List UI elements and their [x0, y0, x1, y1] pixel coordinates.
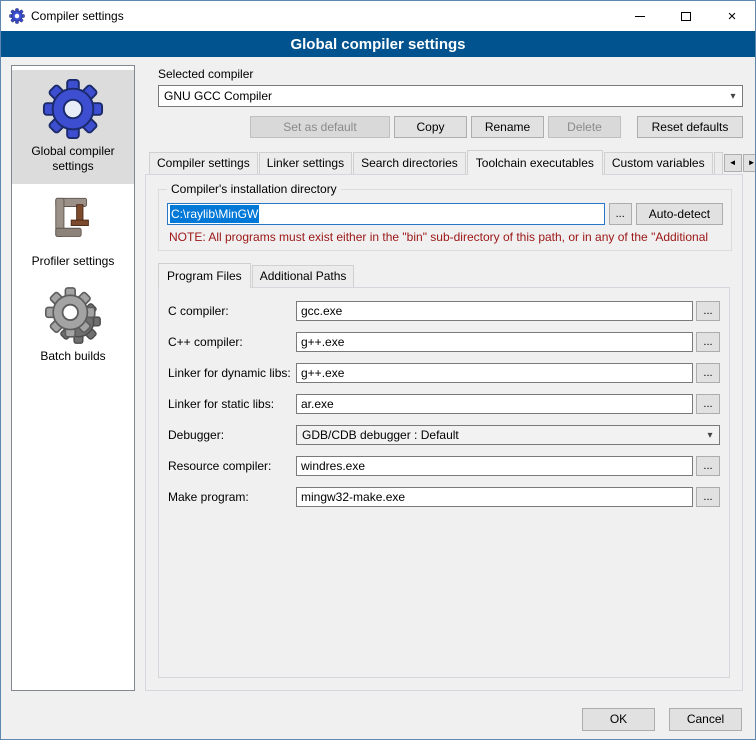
chevron-down-icon: ▾: [724, 91, 742, 102]
selected-compiler-combobox[interactable]: GNU GCC Compiler ▾: [158, 85, 743, 107]
app-gear-icon: [9, 8, 25, 24]
tab-build-options[interactable]: Build: [714, 152, 723, 174]
tab-search-directories[interactable]: Search directories: [353, 152, 466, 174]
reset-defaults-button[interactable]: Reset defaults: [637, 116, 743, 138]
toolchain-executables-panel: Compiler's installation directory C:\ray…: [145, 174, 743, 691]
tab-scroll-right-button[interactable]: ►: [743, 154, 756, 172]
browse-c-compiler-button[interactable]: ...: [696, 301, 720, 321]
installation-directory-value: C:\raylib\MinGW: [170, 205, 259, 223]
delete-button[interactable]: Delete: [548, 116, 621, 138]
c-compiler-input[interactable]: [296, 301, 693, 321]
installation-directory-label: Compiler's installation directory: [167, 182, 341, 196]
close-icon: ×: [728, 9, 737, 24]
static-linker-label: Linker for static libs:: [168, 397, 296, 411]
program-files-tabstrip: Program Files Additional Paths: [158, 263, 730, 287]
installation-directory-row: C:\raylib\MinGW ... Auto-detect: [167, 203, 723, 225]
debugger-combobox[interactable]: GDB/CDB debugger : Default ▾: [296, 425, 720, 445]
settings-tabstrip: Compiler settings Linker settings Search…: [149, 150, 743, 174]
compiler-settings-window: Compiler settings × Global compiler sett…: [0, 0, 756, 740]
browse-dynamic-linker-button[interactable]: ...: [696, 363, 720, 383]
make-program-label: Make program:: [168, 490, 296, 504]
dialog-body: Global compiler settings Profiler settin…: [1, 57, 755, 699]
debugger-value: GDB/CDB debugger : Default: [297, 428, 701, 442]
tab-linker-settings[interactable]: Linker settings: [259, 152, 352, 174]
make-program-row: Make program: ...: [168, 487, 720, 507]
browse-cpp-compiler-button[interactable]: ...: [696, 332, 720, 352]
tab-additional-paths[interactable]: Additional Paths: [252, 265, 355, 287]
sidebar-item-batch-builds[interactable]: Batch builds: [12, 279, 134, 374]
tab-custom-variables[interactable]: Custom variables: [604, 152, 713, 174]
tab-compiler-settings[interactable]: Compiler settings: [149, 152, 258, 174]
cpp-compiler-input[interactable]: [296, 332, 693, 352]
auto-detect-button[interactable]: Auto-detect: [636, 203, 723, 225]
rename-button[interactable]: Rename: [471, 116, 544, 138]
cpp-compiler-label: C++ compiler:: [168, 335, 296, 349]
tab-toolchain-executables[interactable]: Toolchain executables: [467, 150, 603, 175]
dialog-header: Global compiler settings: [1, 31, 755, 57]
close-button[interactable]: ×: [709, 1, 755, 31]
sidebar-item-profiler-settings[interactable]: Profiler settings: [12, 184, 134, 279]
program-files-panel: C compiler: ... C++ compiler: ... Linker…: [158, 287, 730, 678]
dynamic-linker-label: Linker for dynamic libs:: [168, 366, 296, 380]
tab-program-files[interactable]: Program Files: [158, 263, 251, 288]
sidebar-item-label: Global compiler settings: [14, 144, 132, 174]
chevron-down-icon: ▾: [701, 430, 719, 441]
ok-button[interactable]: OK: [582, 708, 655, 731]
bin-subdirectory-note: NOTE: All programs must exist either in …: [169, 230, 721, 244]
c-compiler-row: C compiler: ...: [168, 301, 720, 321]
profiler-clamp-icon: [44, 192, 102, 250]
browse-resource-compiler-button[interactable]: ...: [696, 456, 720, 476]
arrow-left-icon: ◄: [729, 158, 737, 167]
minimize-icon: [635, 16, 645, 17]
resource-compiler-label: Resource compiler:: [168, 459, 296, 473]
maximize-button[interactable]: [663, 1, 709, 31]
c-compiler-label: C compiler:: [168, 304, 296, 318]
titlebar: Compiler settings ×: [1, 1, 755, 31]
static-linker-row: Linker for static libs: ...: [168, 394, 720, 414]
maximize-icon: [681, 12, 691, 21]
dialog-header-title: Global compiler settings: [290, 36, 465, 53]
dynamic-linker-input[interactable]: [296, 363, 693, 383]
window-controls: ×: [617, 1, 755, 31]
gray-gear-icon: [44, 287, 102, 345]
arrow-right-icon: ►: [748, 158, 756, 167]
static-linker-input[interactable]: [296, 394, 693, 414]
copy-button[interactable]: Copy: [394, 116, 467, 138]
selected-compiler-value: GNU GCC Compiler: [159, 89, 724, 103]
resource-compiler-input[interactable]: [296, 456, 693, 476]
browse-make-program-button[interactable]: ...: [696, 487, 720, 507]
sidebar-item-label: Batch builds: [14, 349, 132, 364]
settings-category-sidebar: Global compiler settings Profiler settin…: [11, 65, 135, 691]
make-program-input[interactable]: [296, 487, 693, 507]
installation-directory-input[interactable]: C:\raylib\MinGW: [167, 203, 605, 225]
debugger-label: Debugger:: [168, 428, 296, 442]
cpp-compiler-row: C++ compiler: ...: [168, 332, 720, 352]
compiler-action-buttons: Set as default Copy Rename Delete Reset …: [145, 116, 743, 138]
dialog-footer: OK Cancel: [1, 699, 755, 739]
sidebar-item-global-compiler-settings[interactable]: Global compiler settings: [12, 70, 134, 184]
browse-static-linker-button[interactable]: ...: [696, 394, 720, 414]
sidebar-item-label: Profiler settings: [14, 254, 132, 269]
debugger-row: Debugger: GDB/CDB debugger : Default ▾: [168, 425, 720, 445]
blue-gear-icon: [42, 78, 104, 140]
tab-scroll-left-button[interactable]: ◄: [724, 154, 742, 172]
main-panel: Selected compiler GNU GCC Compiler ▾ Set…: [145, 65, 745, 691]
set-as-default-button[interactable]: Set as default: [250, 116, 390, 138]
browse-directory-button[interactable]: ...: [609, 203, 632, 225]
minimize-button[interactable]: [617, 1, 663, 31]
cancel-button[interactable]: Cancel: [669, 708, 742, 731]
window-title: Compiler settings: [31, 9, 124, 23]
installation-directory-groupbox: Compiler's installation directory C:\ray…: [158, 189, 732, 251]
resource-compiler-row: Resource compiler: ...: [168, 456, 720, 476]
tab-scrollers: ◄ ►: [724, 154, 756, 174]
dynamic-linker-row: Linker for dynamic libs: ...: [168, 363, 720, 383]
selected-compiler-label: Selected compiler: [158, 67, 745, 81]
